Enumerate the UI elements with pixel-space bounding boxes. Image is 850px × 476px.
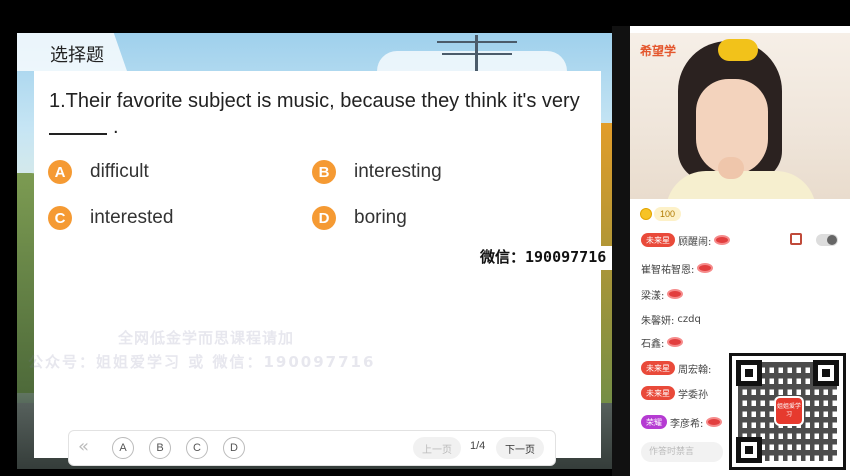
chat-username: 李彦希: bbox=[670, 418, 704, 430]
chat-username: 周宏翰: bbox=[678, 364, 712, 376]
coin-icon bbox=[640, 208, 652, 220]
answer-button-d[interactable]: D bbox=[223, 437, 245, 459]
gift-icon[interactable] bbox=[790, 233, 802, 245]
chat-content: czdq bbox=[677, 313, 701, 325]
qr-center-logo: 姐姐爱学习 bbox=[774, 396, 804, 426]
chat-username: 朱馨妍: bbox=[641, 315, 675, 327]
question-period: . bbox=[113, 116, 119, 138]
chat-message: 未来星 顾醒闹: bbox=[641, 231, 731, 249]
chat-username: 梁漾: bbox=[641, 290, 665, 302]
power-wire-decoration bbox=[437, 41, 517, 43]
hair-bow bbox=[718, 39, 758, 61]
level-badge: 未来星 bbox=[641, 386, 675, 400]
answer-button-c[interactable]: C bbox=[186, 437, 208, 459]
section-title: 选择题 bbox=[50, 45, 104, 66]
lips-icon bbox=[667, 289, 684, 299]
chat-message: 崔智祐智恩: bbox=[641, 259, 714, 277]
watermark-text: 公众号：姐姐爱学习 或 微信：190097716 bbox=[28, 353, 376, 371]
teacher-hand bbox=[718, 157, 744, 179]
qr-finder bbox=[736, 437, 762, 463]
chat-message: 石鑫: bbox=[641, 333, 684, 351]
chat-toggle[interactable] bbox=[816, 234, 838, 246]
top-black-bar bbox=[0, 0, 850, 26]
coin-count: 100 bbox=[654, 207, 682, 221]
power-wire-decoration bbox=[442, 53, 512, 55]
panel-divider bbox=[612, 26, 630, 476]
option-letter-badge: D bbox=[312, 206, 336, 230]
lips-icon bbox=[706, 417, 723, 427]
option-letter-badge: A bbox=[48, 160, 72, 184]
watermark-text: 全网低金学而思课程请加 bbox=[118, 329, 295, 347]
prev-page-button[interactable]: 上一页 bbox=[413, 437, 461, 459]
wechat-contact-label: 微信：190097716 bbox=[480, 246, 615, 270]
option-letter-badge: C bbox=[48, 206, 72, 230]
tree-decoration bbox=[601, 123, 612, 423]
chat-username: 石鑫: bbox=[641, 338, 665, 350]
chat-input[interactable]: 作答时禁言 bbox=[641, 442, 723, 462]
option-letter-badge: B bbox=[312, 160, 336, 184]
brand-logo: 希望学 bbox=[640, 44, 677, 58]
qr-code: 姐姐爱学习 bbox=[729, 353, 846, 470]
qr-finder bbox=[813, 360, 839, 386]
question-text: 1.Their favorite subject is music, becau… bbox=[49, 90, 580, 112]
option-a[interactable]: A difficult bbox=[48, 158, 149, 186]
level-badge: 未来星 bbox=[641, 233, 675, 247]
lips-icon bbox=[667, 337, 684, 347]
option-text: difficult bbox=[90, 161, 149, 182]
answer-blank bbox=[49, 133, 107, 135]
chat-message: 未来星 学委孙 bbox=[641, 384, 708, 402]
chat-username: 学委孙 bbox=[678, 389, 708, 401]
next-page-button[interactable]: 下一页 bbox=[496, 437, 544, 459]
lips-icon bbox=[714, 235, 731, 245]
chat-message: 荣耀 李彦希: bbox=[641, 413, 723, 431]
answer-button-b[interactable]: B bbox=[149, 437, 171, 459]
chat-username: 崔智祐智恩: bbox=[641, 264, 695, 276]
option-text: interesting bbox=[354, 161, 442, 182]
chat-username: 顾醒闹: bbox=[678, 236, 712, 248]
collapse-arrow-icon[interactable]: « bbox=[78, 436, 92, 460]
level-badge: 未来星 bbox=[641, 361, 675, 375]
option-c[interactable]: C interested bbox=[48, 204, 173, 232]
level-badge: 荣耀 bbox=[641, 415, 667, 429]
option-text: boring bbox=[354, 207, 407, 228]
chat-message: 未来星 周宏翰: bbox=[641, 359, 711, 377]
lips-icon bbox=[697, 263, 714, 273]
qr-finder bbox=[736, 360, 762, 386]
chat-message: 梁漾: bbox=[641, 285, 684, 303]
page-indicator: 1/4 bbox=[470, 440, 486, 452]
option-text: interested bbox=[90, 207, 174, 228]
option-d[interactable]: D boring bbox=[312, 204, 407, 232]
coin-counter: 100 bbox=[640, 207, 682, 221]
option-b[interactable]: B interesting bbox=[312, 158, 442, 186]
answer-button-a[interactable]: A bbox=[112, 437, 134, 459]
chat-message: 朱馨妍: czdq bbox=[641, 310, 701, 328]
